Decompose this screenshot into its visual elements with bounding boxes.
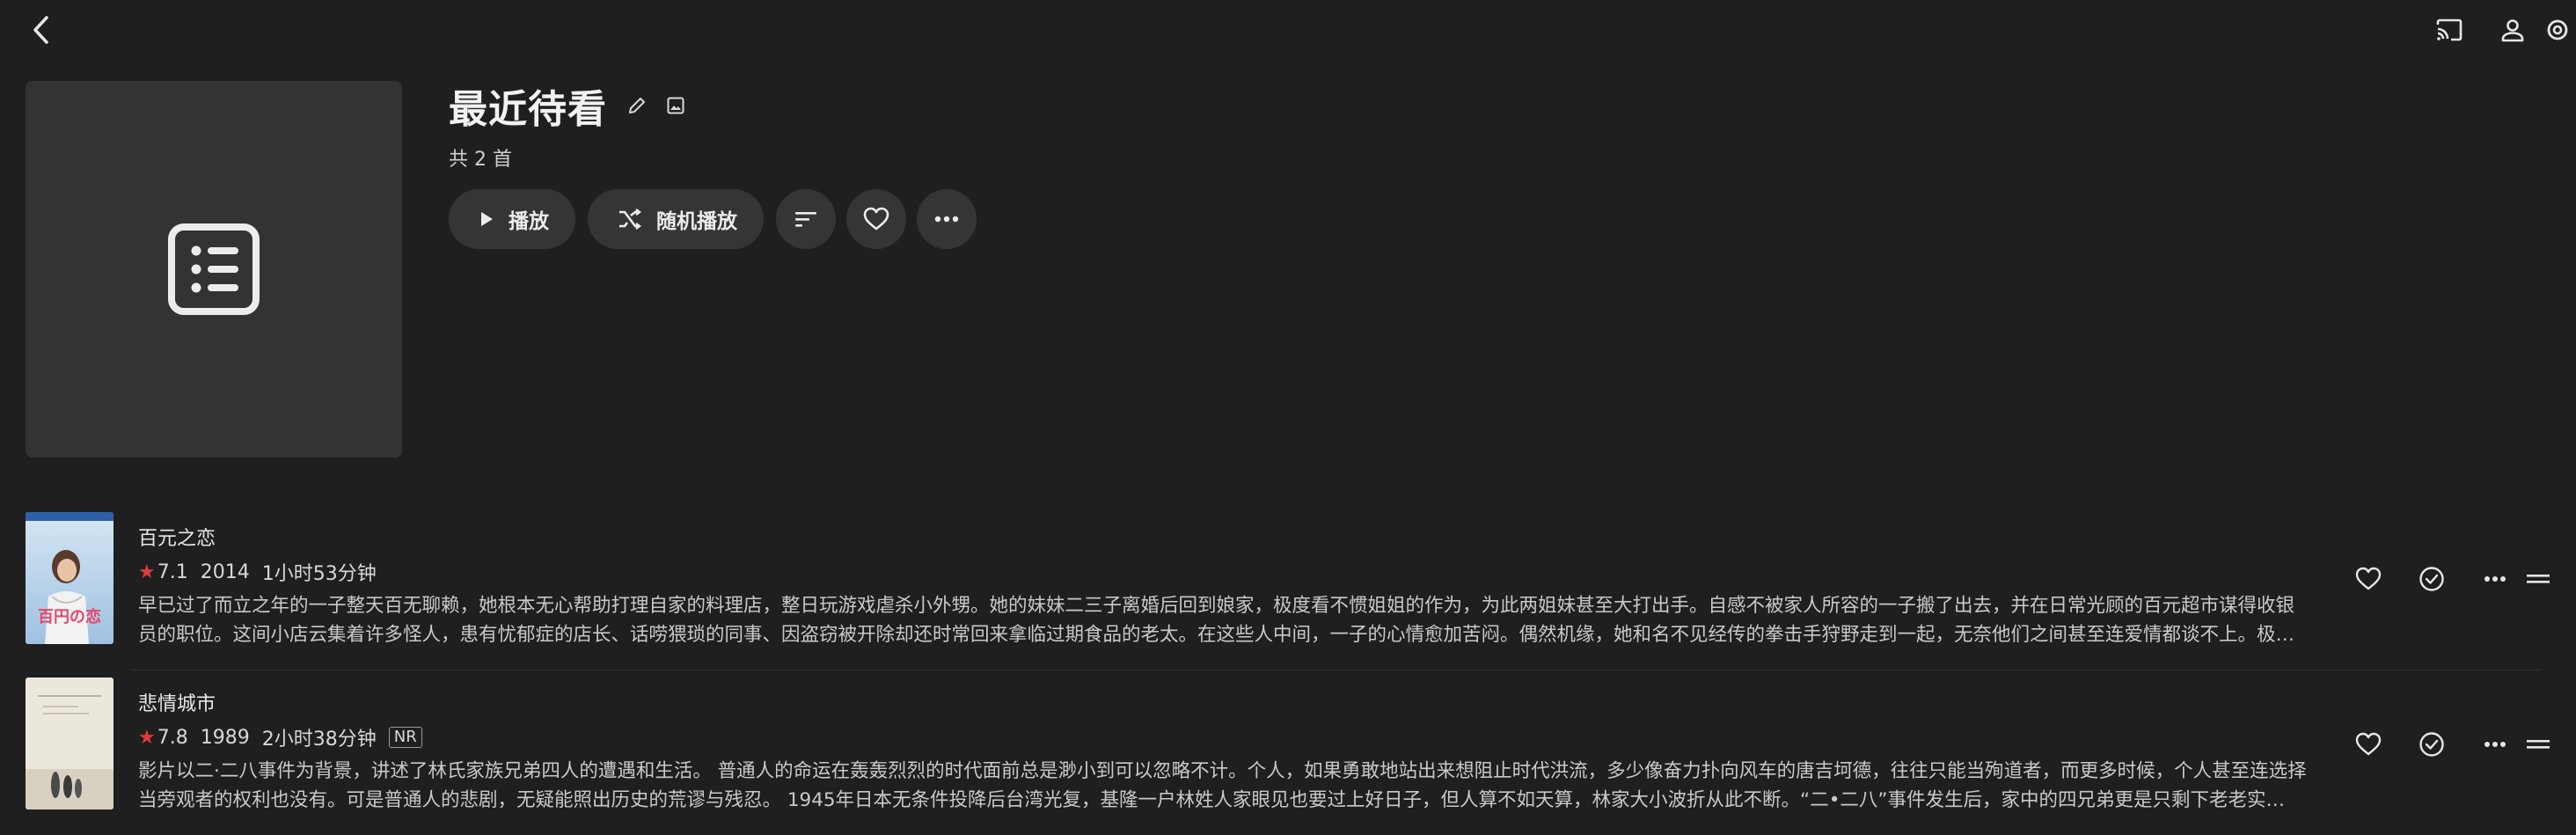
more-icon [2485, 742, 2506, 747]
star-icon: ★ [138, 560, 156, 583]
play-button[interactable]: 播放 [449, 189, 575, 249]
app: 最近待看 共 2 首 播放 随机播放 百円の恋 百元之恋 ★ 7.1 2014 … [0, 0, 2576, 835]
star-icon: ★ [138, 726, 156, 749]
item-played-button[interactable] [2400, 553, 2463, 605]
edit-image-button[interactable] [658, 88, 693, 123]
item-year: 1989 [200, 726, 250, 749]
item-favorite-button[interactable] [2337, 553, 2400, 605]
item-overview: 影片以二·二八事件为背景，讲述了林氏家族兄弟四人的遭遇和生活。 普通人的命运在轰… [138, 760, 2307, 811]
drag-handle-icon [2527, 575, 2550, 583]
user-button[interactable] [2481, 11, 2544, 49]
list-icon [168, 223, 260, 315]
item-favorite-button[interactable] [2337, 718, 2400, 771]
item-title[interactable]: 悲情城市 [138, 688, 2311, 716]
chevron-left-icon [33, 16, 48, 44]
poster-image[interactable] [26, 678, 113, 809]
back-button[interactable] [23, 12, 58, 48]
item-actions [2337, 553, 2576, 605]
item-list: 百円の恋 百元之恋 ★ 7.1 2014 1小时53分钟 早已过了而立之年的一子… [0, 505, 2576, 835]
heart-icon [2355, 567, 2382, 590]
more-button[interactable] [917, 189, 977, 249]
item-title[interactable]: 百元之恋 [138, 523, 2311, 551]
image-icon [667, 97, 684, 114]
pencil-icon [629, 98, 645, 114]
item-year: 2014 [200, 560, 250, 583]
check-circle-icon [2419, 567, 2444, 591]
title-row: 最近待看 [449, 77, 693, 134]
cast-button[interactable] [2418, 11, 2481, 49]
play-label: 播放 [509, 210, 549, 233]
action-bar: 播放 随机播放 [449, 189, 987, 249]
item-played-button[interactable] [2400, 718, 2463, 771]
item-rating: 7.8 [157, 726, 188, 749]
more-icon [934, 216, 959, 223]
sort-button[interactable] [776, 189, 836, 249]
shuffle-icon [619, 209, 641, 230]
item-count: 共 2 首 [449, 149, 512, 171]
settings-icon [2547, 19, 2568, 40]
settings-button[interactable] [2544, 11, 2576, 49]
item-drag-handle[interactable] [2527, 718, 2576, 771]
item-more-button[interactable] [2463, 718, 2527, 771]
item-runtime: 1小时53分钟 [261, 563, 377, 585]
item-meta: ★ 7.1 2014 1小时53分钟 [138, 558, 2311, 586]
item-overview: 早已过了而立之年的一子整天百无聊赖，她根本无心帮助打理自家的料理店，整日玩游戏虐… [138, 595, 2295, 646]
more-icon [2485, 576, 2506, 582]
play-icon [481, 212, 493, 226]
shuffle-label: 随机播放 [656, 210, 737, 233]
poster-1: 百円の恋 [26, 512, 113, 644]
item-meta: ★ 7.8 1989 2小时38分钟 NR [138, 723, 2311, 751]
item-info: 悲情城市 ★ 7.8 1989 2小时38分钟 NR 影片以二·二八事件为背景，… [138, 688, 2311, 815]
shuffle-button[interactable]: 随机播放 [588, 189, 764, 249]
item-actions [2337, 718, 2576, 771]
item-info: 百元之恋 ★ 7.1 2014 1小时53分钟 早已过了而立之年的一子整天百无聊… [138, 523, 2311, 649]
drag-handle-icon [2527, 740, 2550, 749]
favorite-button[interactable] [846, 189, 906, 249]
item-more-button[interactable] [2463, 553, 2527, 605]
heart-icon [2355, 732, 2382, 756]
sort-icon [795, 212, 816, 227]
item-rating: 7.1 [157, 560, 188, 583]
edit-button[interactable] [619, 88, 655, 123]
cast-icon [2436, 18, 2463, 41]
user-icon [2501, 19, 2524, 42]
rating-badge: NR [388, 727, 422, 748]
list-item[interactable]: 悲情城市 ★ 7.8 1989 2小时38分钟 NR 影片以二·二八事件为背景，… [0, 670, 2576, 835]
top-toolbar [2418, 11, 2576, 49]
page-title: 最近待看 [449, 87, 607, 132]
item-runtime: 2小时38分钟 [261, 729, 377, 751]
poster-2 [26, 678, 113, 809]
playlist-cover [26, 81, 402, 458]
poster-title-text: 百円の恋 [38, 607, 101, 626]
list-item[interactable]: 百円の恋 百元之恋 ★ 7.1 2014 1小时53分钟 早已过了而立之年的一子… [0, 505, 2576, 670]
check-circle-icon [2419, 732, 2444, 757]
poster-image[interactable]: 百円の恋 [26, 512, 113, 644]
heart-icon [863, 207, 889, 231]
item-drag-handle[interactable] [2527, 553, 2576, 605]
